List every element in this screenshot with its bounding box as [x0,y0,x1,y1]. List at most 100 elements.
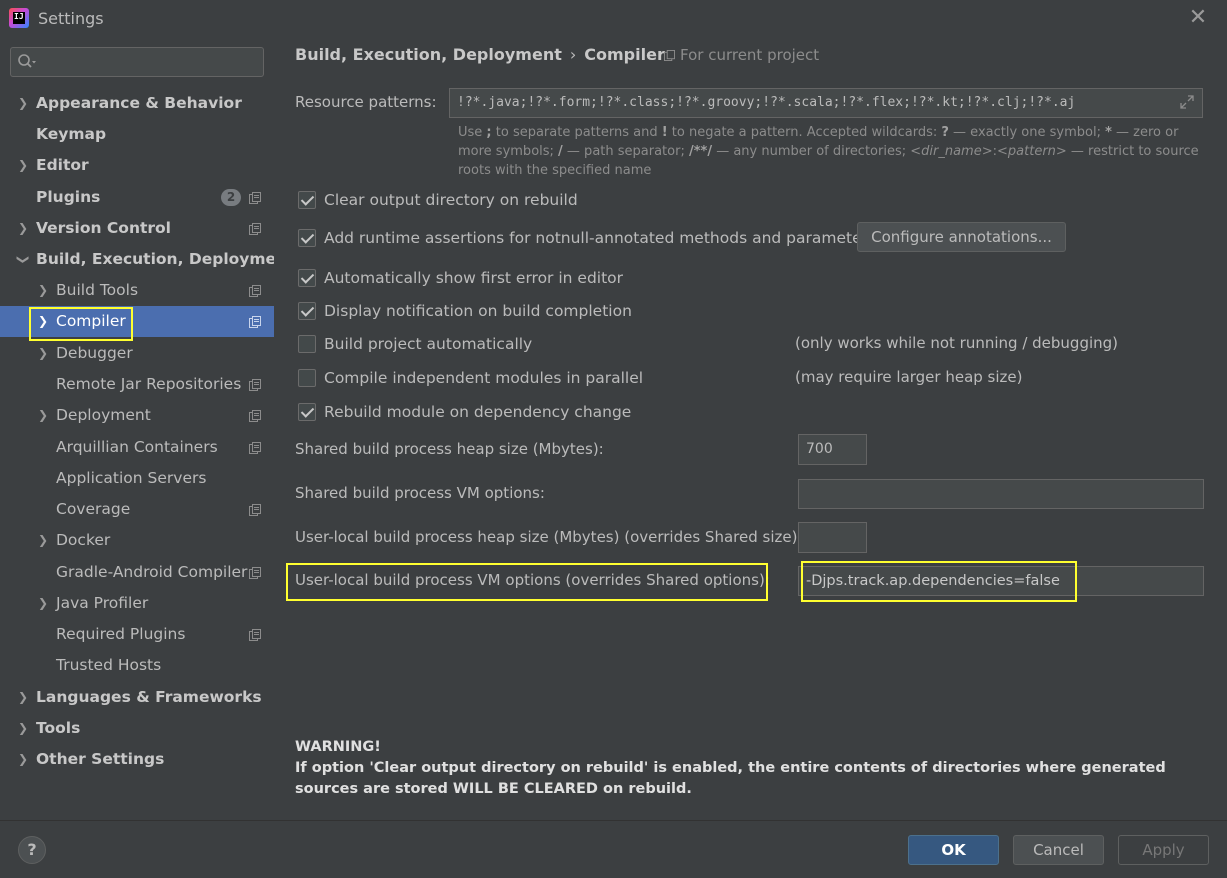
settings-search-box[interactable] [10,47,264,77]
sidebar-item-label: Plugins [36,188,101,206]
project-scope-icon [249,629,261,641]
sidebar-item-label: Arquillian Containers [56,438,218,456]
sidebar-item-keymap[interactable]: Keymap [0,119,274,150]
search-input[interactable] [45,52,255,72]
sidebar-item-build-execution-deployment[interactable]: ❯ Build, Execution, Deployment [0,244,295,275]
chevron-right-icon: ❯ [37,408,49,422]
project-scope-icon [664,50,675,61]
notify-completion-checkbox[interactable] [298,302,316,320]
sidebar-item-deployment[interactable]: ❯ Deployment [0,400,274,431]
sidebar-item-label: Gradle-Android Compiler [56,563,248,581]
show-first-error-checkbox[interactable] [298,269,316,287]
project-scope-label: For current project [664,46,819,64]
search-icon [18,54,36,68]
sidebar-item-label: Application Servers [56,469,207,487]
close-icon[interactable]: ✕ [1186,6,1210,30]
sidebar-item-label: Build Tools [56,281,139,299]
user-local-heap-label: User-local build process heap size (Mbyt… [295,528,803,546]
sidebar-item-build-tools[interactable]: ❯ Build Tools [0,275,274,306]
dialog-footer: ? OK Cancel Apply [0,820,1227,878]
sidebar-item-label: Debugger [56,344,133,362]
build-automatically-checkbox[interactable] [298,335,316,353]
sidebar-item-label: Build, Execution, Deployment [36,250,295,268]
sidebar-item-coverage[interactable]: Coverage [0,494,274,525]
sidebar-item-debugger[interactable]: ❯ Debugger [0,338,274,369]
sidebar-item-other-settings[interactable]: ❯ Other Settings [0,744,274,775]
sidebar-item-required-plugins[interactable]: Required Plugins [0,619,274,650]
sidebar-item-remote-jar-repositories[interactable]: Remote Jar Repositories [0,369,274,400]
clear-output-label: Clear output directory on rebuild [324,191,578,209]
user-local-heap-input[interactable] [798,522,867,553]
settings-sidebar: ❯ Appearance & Behavior Keymap ❯ Editor … [0,36,295,820]
title-bar: IJ Settings ✕ [0,0,1227,36]
user-local-vm-value-highlight [801,561,1077,602]
sidebar-item-label: Trusted Hosts [56,656,162,674]
notify-completion-label: Display notification on build completion [324,302,632,320]
resource-patterns-value: !?*.java;!?*.form;!?*.class;!?*.groovy;!… [457,95,1076,110]
intellij-app-icon: IJ [9,8,29,28]
sidebar-item-tools[interactable]: ❯ Tools [0,713,274,744]
app-icon-text: IJ [13,12,25,24]
sidebar-item-plugins[interactable]: Plugins 2 [0,182,274,213]
breadcrumb-separator: › [569,45,577,64]
runtime-assertions-label: Add runtime assertions for notnull-annot… [324,229,877,247]
build-automatically-note: (only works while not running / debuggin… [795,334,1119,352]
warning-message: WARNING! If option 'Clear output directo… [295,737,1195,800]
expand-icon[interactable] [1180,95,1194,109]
clear-output-checkbox[interactable] [298,191,316,209]
project-scope-icon [249,442,261,454]
sidebar-item-trusted-hosts[interactable]: Trusted Hosts [0,650,274,681]
shared-vm-options-input[interactable] [798,479,1204,509]
rebuild-on-dependency-label: Rebuild module on dependency change [324,403,632,421]
sidebar-item-appearance-behavior[interactable]: ❯ Appearance & Behavior [0,88,274,119]
chevron-right-icon: ❯ [37,346,49,360]
cancel-button[interactable]: Cancel [1013,835,1104,865]
sidebar-item-docker[interactable]: ❯ Docker [0,525,274,556]
project-scope-icon [249,316,261,328]
breadcrumb: Build, Execution, Deployment › Compiler [295,45,665,64]
sidebar-item-label: Appearance & Behavior [36,94,242,112]
chevron-right-icon: ❯ [37,596,49,610]
sidebar-item-label: Java Profiler [56,594,149,612]
apply-button[interactable]: Apply [1118,835,1209,865]
project-scope-icon [249,504,261,516]
project-scope-icon [249,410,261,422]
warning-text: If option 'Clear output directory on reb… [295,760,1166,797]
sidebar-item-label: Editor [36,156,89,174]
breadcrumb-parent[interactable]: Build, Execution, Deployment [295,45,562,64]
project-scope-text: For current project [680,46,820,64]
compile-parallel-checkbox[interactable] [298,369,316,387]
ok-button[interactable]: OK [908,835,999,865]
resource-patterns-label: Resource patterns: [295,93,437,111]
user-local-vm-label-highlight [286,563,768,601]
chevron-right-icon: ❯ [17,221,29,235]
warning-title: WARNING! [295,739,381,755]
shared-heap-input[interactable]: 700 [798,434,867,465]
chevron-right-icon: ❯ [37,283,49,297]
configure-annotations-button[interactable]: Configure annotations... [857,222,1066,252]
sidebar-item-label: Other Settings [36,750,165,768]
sidebar-item-gradle-android-compiler[interactable]: Gradle-Android Compiler [0,557,274,588]
compile-parallel-note: (may require larger heap size) [795,368,1023,386]
sidebar-item-label: Tools [36,719,81,737]
sidebar-item-arquillian-containers[interactable]: Arquillian Containers [0,432,274,463]
resource-patterns-input[interactable]: !?*.java;!?*.form;!?*.class;!?*.groovy;!… [449,88,1203,118]
sidebar-item-label: Coverage [56,500,131,518]
breadcrumb-current: Compiler [584,45,665,64]
sidebar-item-java-profiler[interactable]: ❯ Java Profiler [0,588,274,619]
sidebar-item-label: Deployment [56,406,151,424]
help-icon[interactable]: ? [18,836,46,864]
compile-parallel-label: Compile independent modules in parallel [324,369,644,387]
runtime-assertions-checkbox[interactable] [298,229,316,247]
sidebar-item-label: Remote Jar Repositories [56,375,242,393]
plugins-update-badge: 2 [221,189,241,206]
sidebar-item-languages-frameworks[interactable]: ❯ Languages & Frameworks [0,682,274,713]
window-title: Settings [38,9,104,28]
project-scope-icon [249,379,261,391]
sidebar-item-version-control[interactable]: ❯ Version Control [0,213,274,244]
chevron-right-icon: ❯ [37,533,49,547]
sidebar-item-application-servers[interactable]: Application Servers [0,463,274,494]
chevron-right-icon: ❯ [17,158,29,172]
sidebar-item-editor[interactable]: ❯ Editor [0,150,274,181]
rebuild-on-dependency-checkbox[interactable] [298,403,316,421]
